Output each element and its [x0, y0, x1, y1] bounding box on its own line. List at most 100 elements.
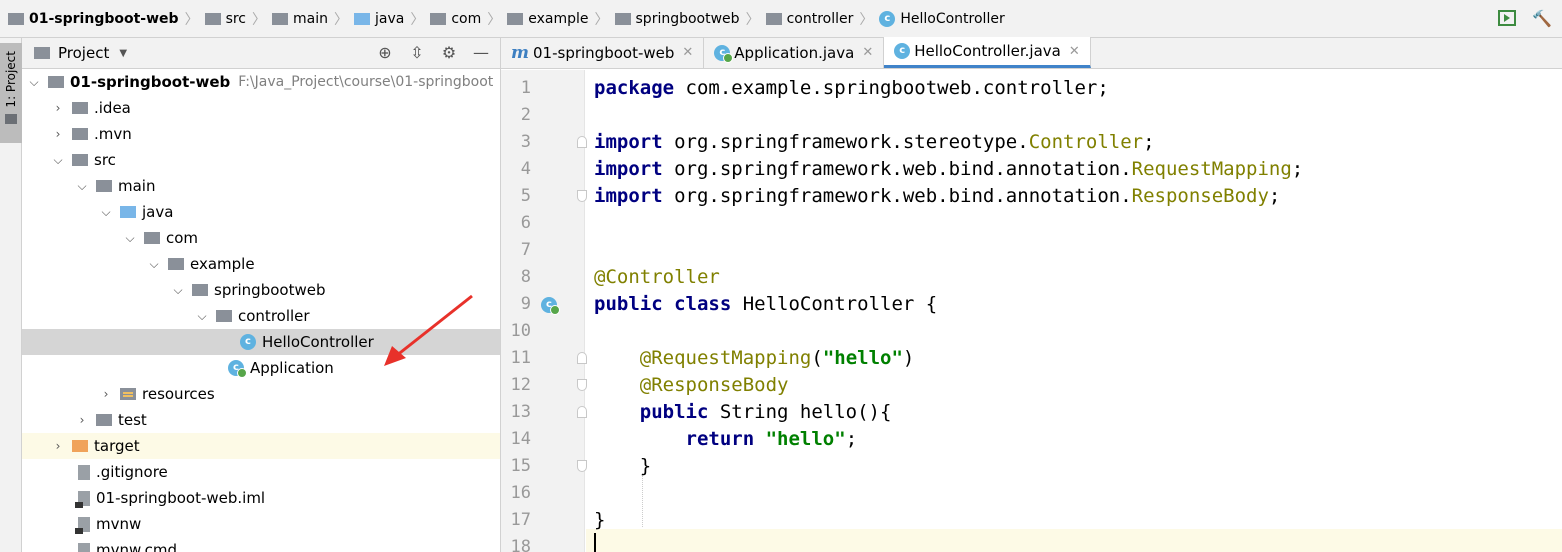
tree-item-mvnw[interactable]: mvnw [22, 511, 500, 537]
code-editor[interactable]: 1 2 3 4 5 6 7 8 9 10 11 12 13 14 15 16 1… [501, 70, 1562, 552]
gear-icon[interactable]: ⚙ [440, 44, 458, 62]
build-hammer-icon[interactable]: 🔨 [1532, 10, 1552, 28]
chevron-right-icon: 〉 [410, 11, 425, 28]
fold-end-icon[interactable] [577, 460, 587, 472]
fold-start-icon[interactable] [577, 136, 587, 148]
code-line-13: public String hello(){ [594, 399, 1303, 426]
tab-application-java[interactable]: c Application.java ✕ [704, 37, 885, 68]
run-configuration-icon[interactable] [1498, 10, 1516, 26]
project-tool-tab-label: 1: Project [4, 51, 18, 108]
chevron-down-icon[interactable]: ⌵ [122, 231, 138, 246]
tab-label: HelloController.java [914, 42, 1061, 60]
tree-item-iml[interactable]: 01-springboot-web.iml [22, 485, 500, 511]
breadcrumb-item-springbootweb[interactable]: springbootweb [614, 0, 740, 38]
annotation-class: Controller [1028, 131, 1144, 153]
breadcrumb-item-com[interactable]: com [430, 0, 481, 38]
chevron-right-icon[interactable]: › [50, 101, 66, 115]
tree-item-mvnw-cmd[interactable]: mvnw.cmd [22, 537, 500, 552]
keyword: class [674, 293, 732, 315]
close-icon[interactable]: ✕ [682, 45, 693, 60]
chevron-down-icon[interactable]: ⌵ [194, 309, 210, 324]
project-tool-tab[interactable]: 1: Project [0, 43, 22, 143]
hide-icon[interactable]: — [472, 44, 490, 62]
chevron-right-icon[interactable]: › [74, 413, 90, 427]
folder-icon [96, 180, 112, 192]
package-icon [216, 310, 232, 322]
package-icon [168, 258, 184, 270]
tree-item-controller[interactable]: ⌵ controller [22, 303, 500, 329]
script-file-icon [78, 542, 90, 552]
tree-item-gitignore[interactable]: .gitignore [22, 459, 500, 485]
locate-file-icon[interactable]: ⊕ [376, 44, 394, 62]
tree-item-main[interactable]: ⌵ main [22, 173, 500, 199]
tree-item-label: main [118, 177, 156, 195]
project-tool-window: Project ▼ ⊕ ⇳ ⚙ — ⌵ 01-springboot-web F:… [22, 38, 501, 552]
tree-item-target[interactable]: › target [22, 433, 500, 459]
tree-item-application[interactable]: c Application [22, 355, 500, 381]
tab-hellocontroller-java[interactable]: c HelloController.java ✕ [884, 37, 1091, 68]
close-icon[interactable]: ✕ [862, 45, 873, 60]
tree-item-module-root[interactable]: ⌵ 01-springboot-web F:\Java_Project\cour… [22, 69, 500, 95]
tree-item-resources[interactable]: › resources [22, 381, 500, 407]
chevron-right-icon[interactable]: › [50, 127, 66, 141]
fold-start-icon[interactable] [577, 406, 587, 418]
chevron-down-icon[interactable]: ⌵ [26, 75, 42, 90]
tree-item-springbootweb[interactable]: ⌵ springbootweb [22, 277, 500, 303]
code-text-segment: org.springframework.web.bind.annotation. [662, 185, 1132, 207]
code-text-segment: String hello(){ [708, 401, 892, 423]
fold-end-icon[interactable] [577, 379, 587, 391]
breadcrumb-item-example[interactable]: example [507, 0, 589, 38]
tree-item-label: mvnw.cmd [96, 541, 178, 552]
breadcrumb-item-hellocontroller[interactable]: c HelloController [879, 0, 1005, 38]
chevron-right-icon: 〉 [594, 11, 609, 28]
tree-item-src[interactable]: ⌵ src [22, 147, 500, 173]
tree-item-com[interactable]: ⌵ com [22, 225, 500, 251]
breadcrumb-item-java[interactable]: java [354, 0, 404, 38]
annotation-class: ResponseBody [1131, 185, 1269, 207]
chevron-down-icon[interactable]: ⌵ [50, 153, 66, 168]
tree-item-test[interactable]: › test [22, 407, 500, 433]
chevron-down-icon[interactable]: ▼ [119, 48, 127, 59]
tree-item-hellocontroller[interactable]: c HelloController [22, 329, 500, 355]
chevron-down-icon[interactable]: ⌵ [98, 205, 114, 220]
code-text-segment: HelloController { [731, 293, 938, 315]
resources-folder-icon [120, 388, 136, 400]
spring-bean-gutter-icon[interactable]: c [541, 297, 560, 315]
tab-maven-project[interactable]: m 01-springboot-web ✕ [501, 37, 705, 68]
string-literal: "hello" [822, 347, 903, 369]
chevron-right-icon: 〉 [334, 11, 348, 28]
chevron-down-icon[interactable]: ⌵ [170, 283, 186, 298]
code-line-3: import org.springframework.stereotype.Co… [594, 129, 1303, 156]
code-text-segment: } [594, 509, 606, 531]
chevron-right-icon[interactable]: › [50, 439, 66, 453]
collapse-all-icon[interactable]: ⇳ [408, 44, 426, 62]
tree-item-example[interactable]: ⌵ example [22, 251, 500, 277]
line-number: 1 [520, 78, 531, 98]
line-number: 8 [520, 267, 531, 287]
breadcrumb-item-src[interactable]: src [204, 0, 246, 38]
chevron-right-icon: 〉 [184, 11, 199, 28]
tree-item-label: test [118, 411, 147, 429]
tree-item-idea[interactable]: › .idea [22, 95, 500, 121]
breadcrumb-item-controller[interactable]: controller [765, 0, 854, 38]
tree-item-label: target [94, 437, 140, 455]
editor-gutter: 1 2 3 4 5 6 7 8 9 10 11 12 13 14 15 16 1… [501, 70, 587, 552]
fold-end-icon[interactable] [577, 190, 587, 202]
tree-item-mvn[interactable]: › .mvn [22, 121, 500, 147]
code-line-1: package com.example.springbootweb.contro… [594, 75, 1303, 102]
breadcrumb-label: example [528, 10, 589, 27]
code-line-17: } [594, 507, 1303, 534]
tree-item-java[interactable]: ⌵ java [22, 199, 500, 225]
breadcrumb-label: controller [786, 10, 854, 27]
chevron-right-icon[interactable]: › [98, 387, 114, 401]
project-view-selector[interactable]: Project [58, 44, 109, 62]
breadcrumb-item-main[interactable]: main [272, 0, 328, 38]
line-number: 17 [510, 510, 531, 530]
fold-start-icon[interactable] [577, 352, 587, 364]
close-icon[interactable]: ✕ [1069, 44, 1080, 59]
text-caret [594, 533, 596, 552]
chevron-down-icon[interactable]: ⌵ [74, 179, 90, 194]
chevron-down-icon[interactable]: ⌵ [146, 257, 162, 272]
line-number: 14 [510, 429, 531, 449]
breadcrumb-item-project[interactable]: 01-springboot-web [8, 0, 179, 38]
